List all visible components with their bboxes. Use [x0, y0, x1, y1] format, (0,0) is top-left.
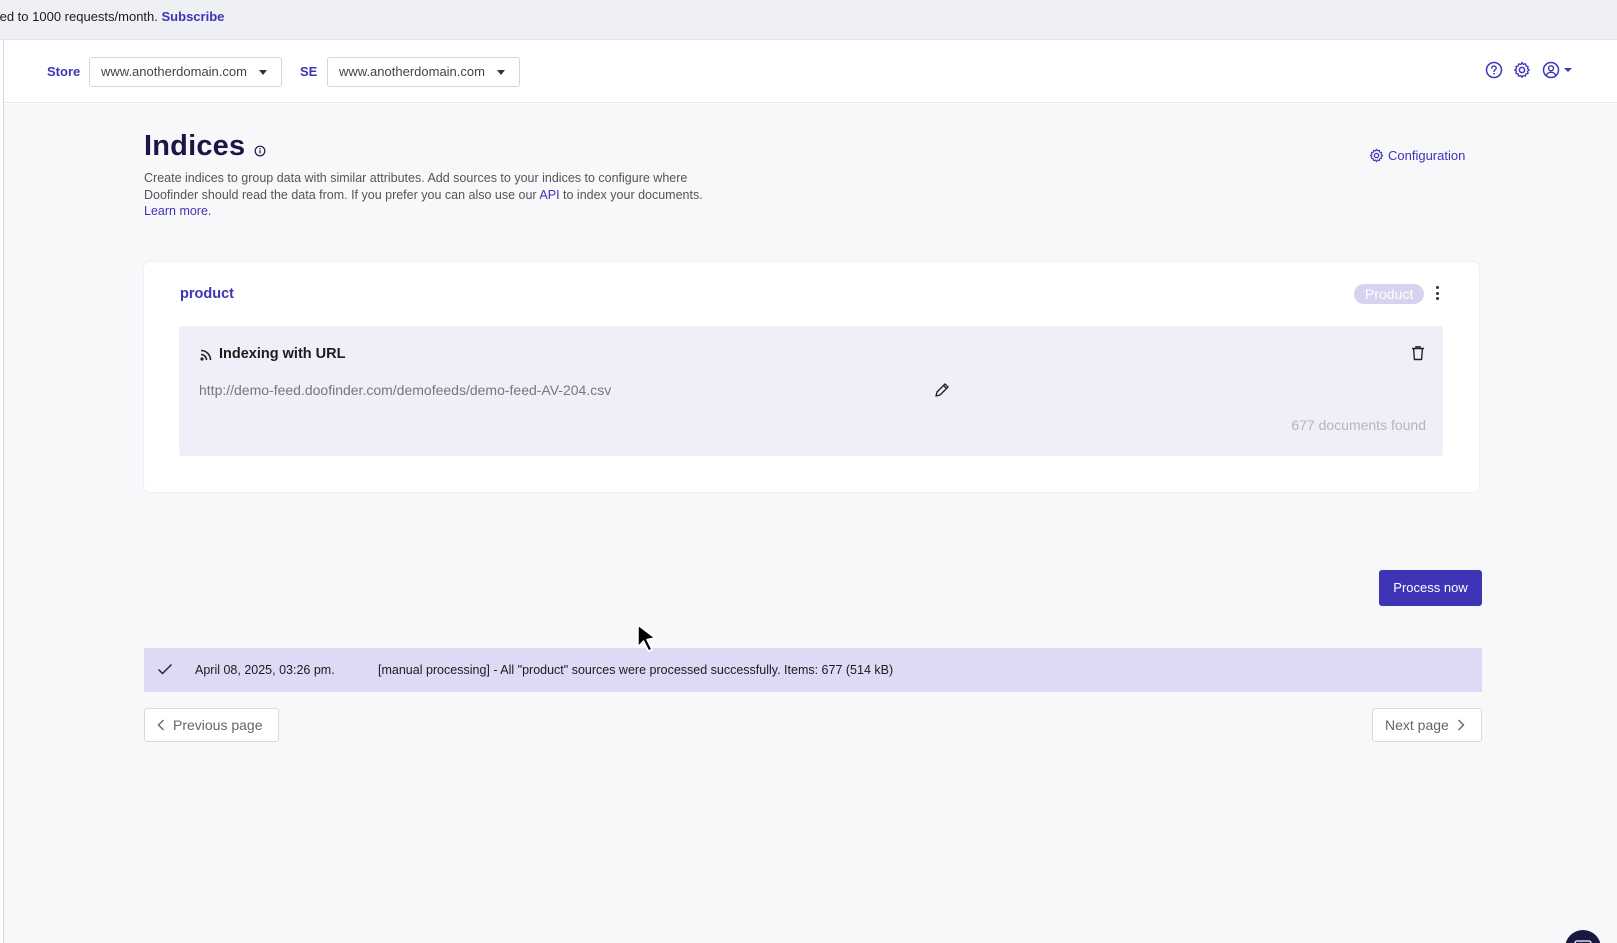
chevron-down-icon: [1564, 68, 1572, 72]
store-label: Store: [47, 64, 81, 79]
info-icon[interactable]: [254, 144, 266, 162]
main-content: Indices Create indices to group data wit…: [4, 104, 1617, 943]
rss-icon: [200, 349, 212, 361]
subscription-banner: ted to 1000 requests/month. Subscribe: [0, 0, 1617, 40]
previous-page-button[interactable]: Previous page: [144, 708, 279, 742]
chevron-down-icon: [497, 70, 505, 75]
index-name[interactable]: product: [180, 286, 234, 302]
store-select[interactable]: www.anotherdomain.com: [89, 57, 282, 87]
learn-more-link[interactable]: Learn more.: [144, 204, 211, 218]
se-select-value: www.anotherdomain.com: [339, 64, 485, 79]
log-message: [manual processing] - All "product" sour…: [378, 663, 894, 677]
app-frame: Store www.anotherdomain.com SE www.anoth…: [3, 40, 1617, 943]
help-icon[interactable]: [1485, 61, 1503, 79]
store-select-value: www.anotherdomain.com: [101, 64, 247, 79]
next-page-button[interactable]: Next page: [1372, 708, 1482, 742]
top-bar: Store www.anotherdomain.com SE www.anoth…: [4, 40, 1617, 103]
subscribe-link[interactable]: Subscribe: [162, 9, 225, 24]
banner-text: ted to 1000 requests/month.: [0, 9, 158, 24]
page-description: Create indices to group data with simila…: [144, 171, 703, 218]
previous-page-label: Previous page: [173, 717, 263, 733]
process-now-button[interactable]: Process now: [1379, 570, 1482, 606]
chevron-right-icon: [1457, 719, 1465, 731]
processing-log-row: April 08, 2025, 03:26 pm. [manual proces…: [144, 648, 1482, 692]
configuration-link[interactable]: Configuration: [1369, 148, 1465, 163]
documents-found: 677 documents found: [1291, 417, 1426, 433]
source-item: Indexing with URL http://demo-feed.doofi…: [179, 326, 1443, 456]
source-title: Indexing with URL: [219, 346, 346, 362]
index-card: product Product Indexing with URL http:/…: [144, 262, 1479, 492]
trash-icon[interactable]: [1411, 345, 1425, 361]
se-label: SE: [300, 64, 318, 79]
log-date: April 08, 2025, 03:26 pm.: [195, 663, 335, 677]
api-link[interactable]: API: [539, 188, 559, 202]
mouse-cursor-icon: [637, 624, 656, 652]
chevron-down-icon: [259, 70, 267, 75]
pencil-icon[interactable]: [934, 382, 950, 398]
index-type-badge: Product: [1354, 284, 1425, 304]
configuration-label: Configuration: [1388, 148, 1466, 163]
ai-assistant-button[interactable]: [1565, 930, 1601, 943]
more-options-icon[interactable]: [1432, 286, 1442, 304]
next-page-label: Next page: [1385, 717, 1449, 733]
user-menu[interactable]: [1542, 61, 1572, 79]
source-url: http://demo-feed.doofinder.com/demofeeds…: [199, 382, 612, 398]
page-title: Indices: [144, 130, 246, 162]
check-icon: [158, 664, 172, 675]
se-select[interactable]: www.anotherdomain.com: [327, 57, 520, 87]
user-icon: [1542, 61, 1560, 79]
chevron-left-icon: [157, 719, 164, 731]
gear-icon: [1369, 148, 1384, 163]
gear-icon[interactable]: [1513, 61, 1531, 79]
